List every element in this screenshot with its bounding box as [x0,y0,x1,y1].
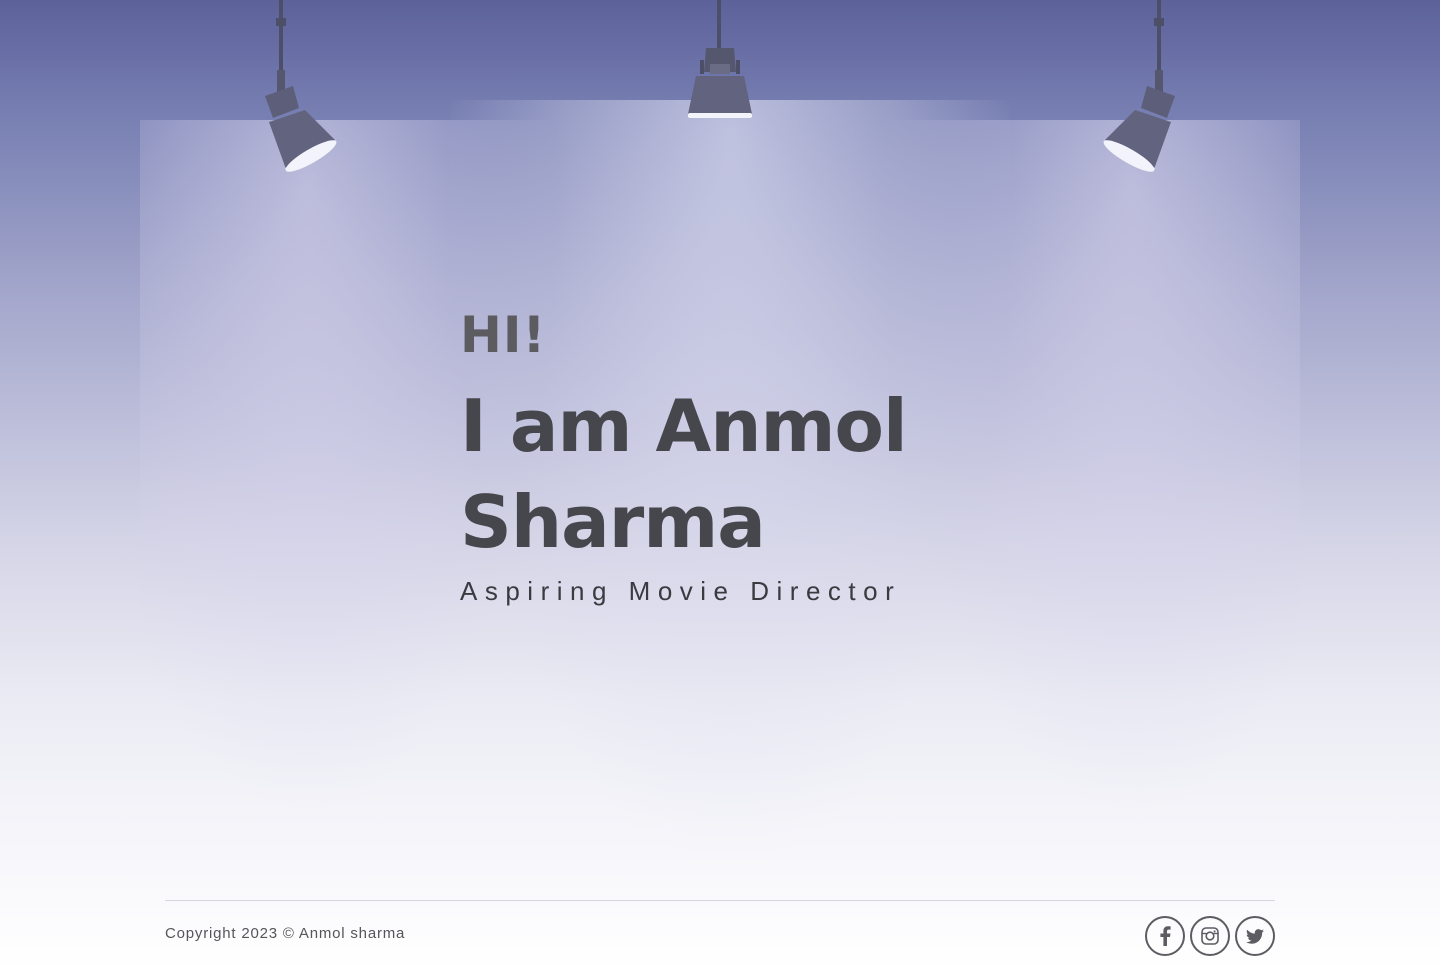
social-links [1145,916,1275,956]
hero-stage: HI! I am Anmol Sharma Aspiring Movie Dir… [0,0,1440,970]
spotlight-center-icon [680,0,760,125]
hero-name: I am Anmol Sharma [460,378,1060,570]
hero-name-line-1: I am Anmol [460,384,908,468]
tagline: Aspiring Movie Director [460,576,902,606]
greeting: HI! [460,306,547,364]
facebook-icon [1159,926,1171,946]
footer-divider [165,900,1275,901]
instagram-icon [1201,927,1219,945]
spotlight-left-icon [255,0,345,180]
twitter-link[interactable] [1235,916,1275,956]
hero-text: HI! I am Anmol Sharma Aspiring Movie Dir… [460,300,1060,607]
spotlight-right-icon [1095,0,1185,180]
hero-name-line-2: Sharma [460,480,766,564]
twitter-icon [1246,928,1264,944]
instagram-link[interactable] [1190,916,1230,956]
facebook-link[interactable] [1145,916,1185,956]
copyright-text: Copyright 2023 © Anmol sharma [165,925,406,942]
